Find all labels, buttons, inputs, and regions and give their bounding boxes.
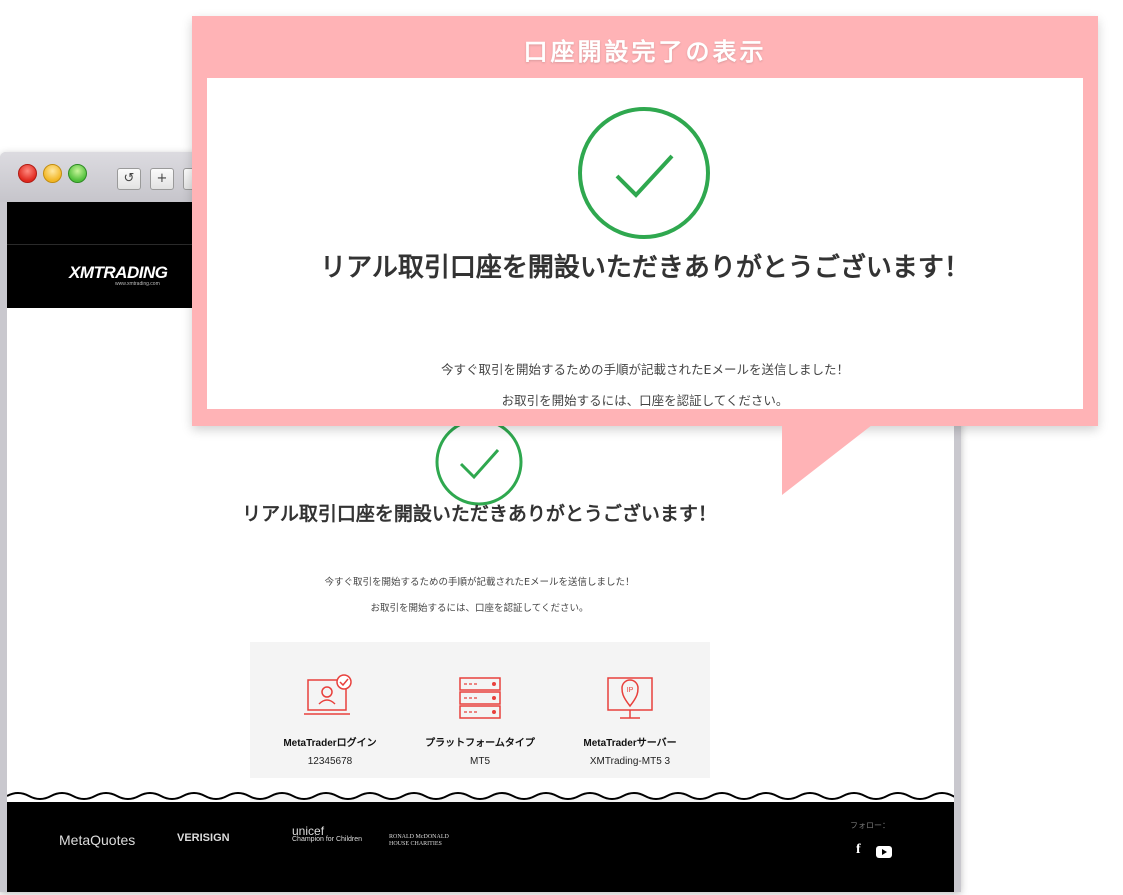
email-sent-text: 今すぐ取引を開始するための手順が記載されたEメールを送信しました！	[324, 577, 635, 588]
facebook-icon[interactable]: f	[856, 842, 861, 858]
verify-account-text: お取引を開始するには、口座を認証してください。	[370, 603, 589, 614]
laptop-user-icon	[304, 674, 352, 715]
callout-body: リアル取引口座を開設いただきありがとうございます！ 今すぐ取引を開始するための手…	[207, 78, 1083, 409]
info-label: MetaTraderログイン	[283, 738, 377, 749]
verisign-logo: VERISIGN	[177, 832, 230, 844]
screenshot-stage: ↺ + XMTRADING www.xmtrading.com リアル取引口座を…	[0, 0, 1123, 895]
svg-text:IP: IP	[627, 687, 634, 694]
info-label: MetaTraderサーバー	[583, 738, 677, 749]
maximize-window-button[interactable]	[68, 164, 87, 183]
torn-edge	[7, 778, 954, 800]
monitor-ip-icon: IP	[607, 677, 653, 719]
logo-url: www.xmtrading.com	[115, 281, 160, 287]
info-item-server: IP MetaTraderサーバー XMTrading-MT5 3	[560, 672, 700, 767]
info-value: 12345678	[307, 756, 353, 767]
close-window-button[interactable]	[18, 164, 37, 183]
youtube-icon[interactable]	[876, 846, 892, 858]
callout-verify-text: お取引を開始するには、口座を認証してください。	[501, 393, 789, 408]
callout-heading: リアル取引口座を開設いただきありがとうございます！	[320, 253, 970, 283]
success-check-icon	[435, 418, 523, 506]
info-label: プラットフォームタイプ	[425, 738, 535, 749]
rmhc-logo: RONALD McDONALD HOUSE CHARITIES	[389, 834, 449, 847]
callout-email-sent-text: 今すぐ取引を開始するための手順が記載されたEメールを送信しました！	[441, 362, 849, 377]
success-check-icon	[578, 107, 710, 239]
callout-title: 口座開設完了の表示	[523, 38, 767, 66]
callout-panel: 口座開設完了の表示 リアル取引口座を開設いただきありがとうございます！ 今すぐ取…	[192, 16, 1098, 426]
metaquotes-logo: MetaQuotes	[59, 832, 136, 848]
info-item-platform: プラットフォームタイプ MT5	[410, 672, 550, 767]
page-heading: リアル取引口座を開設いただきありがとうございます！	[242, 503, 717, 525]
info-value: MT5	[470, 756, 490, 767]
reload-icon[interactable]: ↺	[117, 168, 141, 190]
info-value: XMTrading-MT5 3	[589, 756, 671, 767]
callout-tail	[782, 425, 872, 495]
unicef-logo: unicef Champion for Children	[292, 825, 363, 844]
server-icon	[459, 677, 501, 719]
minimize-window-button[interactable]	[43, 164, 62, 183]
xmtrading-logo[interactable]: XMTRADING	[69, 263, 168, 283]
unicef-tagline: Champion for Children	[292, 836, 363, 843]
new-tab-icon[interactable]: +	[150, 168, 174, 190]
info-item-login: MetaTraderログイン 12345678	[260, 672, 400, 767]
